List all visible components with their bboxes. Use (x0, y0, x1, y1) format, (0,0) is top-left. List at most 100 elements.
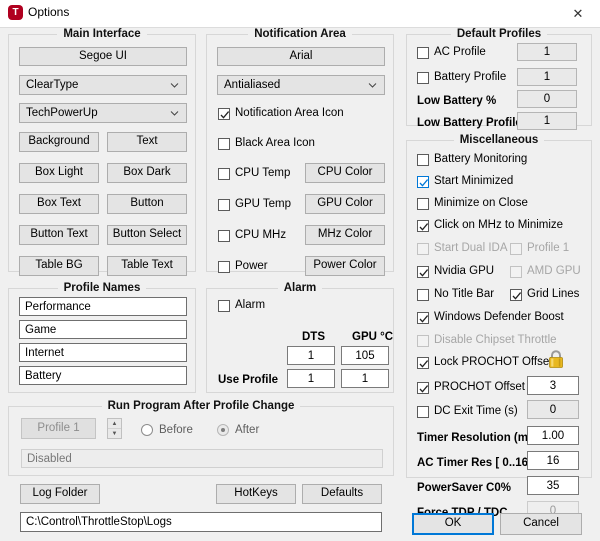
run-program-path-input[interactable]: Disabled (21, 449, 383, 468)
checkbox-cpu-mhz[interactable]: CPU MHz (218, 229, 286, 243)
alarm-gpu-profile-input[interactable]: 1 (341, 369, 389, 388)
checkbox-battery-monitoring[interactable]: Battery Monitoring (417, 153, 527, 167)
color-button-box-text[interactable]: Box Text (19, 194, 99, 214)
checkbox-box (417, 243, 429, 255)
run-program-profile-stepper[interactable]: ▲ ▼ (107, 418, 122, 439)
checkbox-black-area-icon[interactable]: Black Area Icon (218, 137, 315, 151)
timer-resolution-label: Timer Resolution (ms) (417, 432, 539, 444)
checkbox-label: Grid Lines (527, 288, 580, 301)
radio-after[interactable]: After (217, 423, 259, 437)
run-program-profile-button[interactable]: Profile 1 (21, 418, 96, 439)
prochot-offset-input[interactable]: 3 (527, 376, 579, 395)
checkbox-lock-prochot-offset[interactable]: Lock PROCHOT Offset (417, 356, 552, 370)
checkbox-box (218, 230, 230, 242)
hotkeys-button[interactable]: HotKeys (216, 484, 296, 504)
color-button-button-select[interactable]: Button Select (107, 225, 187, 245)
checkbox-prochot-offset[interactable]: PROCHOT Offset (417, 381, 525, 395)
stepper-down-icon[interactable]: ▼ (108, 429, 121, 438)
main-theme-combo[interactable]: TechPowerUp (19, 103, 187, 123)
checkbox-label: AC Profile (434, 46, 486, 59)
powersaver-c0-label: PowerSaver C0% (417, 482, 511, 494)
radio-before[interactable]: Before (141, 423, 193, 437)
color-button-button[interactable]: Button (107, 194, 187, 214)
checkbox-battery-profile[interactable]: Battery Profile (417, 71, 506, 85)
mhz-color-button[interactable]: MHz Color (305, 225, 385, 245)
group-title-run-program: Run Program After Profile Change (9, 400, 393, 412)
notification-render-combo[interactable]: Antialiased (217, 75, 385, 95)
checkbox-click-mhz-minimize[interactable]: Click on MHz to Minimize (417, 219, 563, 233)
checkbox-label: Notification Area Icon (235, 107, 344, 120)
checkbox-start-minimized[interactable]: Start Minimized (417, 175, 513, 189)
ac-profile-value[interactable]: 1 (517, 43, 577, 61)
ac-timer-res-input[interactable]: 16 (527, 451, 579, 470)
checkbox-box (417, 220, 429, 232)
group-title-alarm: Alarm (207, 282, 393, 294)
defaults-button[interactable]: Defaults (302, 484, 382, 504)
checkbox-box (417, 47, 429, 59)
color-button-box-dark[interactable]: Box Dark (107, 163, 187, 183)
cpu-color-button[interactable]: CPU Color (305, 163, 385, 183)
main-font-button[interactable]: Segoe UI (19, 47, 187, 66)
timer-resolution-input[interactable]: 1.00 (527, 426, 579, 445)
profile-name-input-1[interactable]: Performance (19, 297, 187, 316)
profile-name-input-2[interactable]: Game (19, 320, 187, 339)
main-render-combo[interactable]: ClearType (19, 75, 187, 95)
alarm-gpu-limit-input[interactable]: 105 (341, 346, 389, 365)
group-default-profiles: Default Profiles AC Profile 1 Battery Pr… (406, 28, 592, 130)
checkbox-nvidia-gpu[interactable]: Nvidia GPU (417, 265, 494, 279)
alarm-dts-profile-input[interactable]: 1 (287, 369, 335, 388)
checkbox-box (417, 406, 429, 418)
log-folder-button[interactable]: Log Folder (20, 484, 100, 504)
checkbox-dc-exit-time[interactable]: DC Exit Time (s) (417, 405, 518, 419)
checkbox-box (510, 243, 522, 255)
checkbox-label: Black Area Icon (235, 137, 315, 150)
chevron-down-icon (170, 81, 179, 90)
dc-exit-time-input[interactable]: 0 (527, 400, 579, 419)
title-bar: T Options ✕ (0, 0, 600, 28)
color-button-button-text[interactable]: Button Text (19, 225, 99, 245)
low-battery-profile-value[interactable]: 1 (517, 112, 577, 130)
checkbox-label: Start Dual IDA (434, 242, 508, 255)
checkbox-windows-defender-boost[interactable]: Windows Defender Boost (417, 311, 564, 325)
checkbox-alarm[interactable]: Alarm (218, 299, 265, 313)
chevron-down-icon (368, 81, 377, 90)
checkbox-ac-profile[interactable]: AC Profile (417, 46, 486, 60)
checkbox-grid-lines[interactable]: Grid Lines (510, 288, 579, 302)
log-path-input[interactable]: C:\Control\ThrottleStop\Logs (20, 512, 382, 532)
color-button-text[interactable]: Text (107, 132, 187, 152)
battery-profile-value[interactable]: 1 (517, 68, 577, 86)
checkbox-box (218, 168, 230, 180)
cancel-button[interactable]: Cancel (500, 513, 582, 535)
group-alarm: Alarm Alarm DTS GPU °C 1 105 Use Profile… (206, 282, 394, 393)
checkbox-cpu-temp[interactable]: CPU Temp (218, 167, 290, 181)
color-button-table-bg[interactable]: Table BG (19, 256, 99, 276)
low-battery-percent-value[interactable]: 0 (517, 90, 577, 108)
power-color-button[interactable]: Power Color (305, 256, 385, 276)
checkbox-box (417, 289, 429, 301)
checkbox-gpu-temp[interactable]: GPU Temp (218, 198, 291, 212)
profile-name-input-3[interactable]: Internet (19, 343, 187, 362)
powersaver-c0-input[interactable]: 35 (527, 476, 579, 495)
checkbox-label: CPU Temp (235, 167, 291, 180)
profile-name-input-4[interactable]: Battery (19, 366, 187, 385)
stepper-up-icon[interactable]: ▲ (108, 419, 121, 429)
group-title-profile-names: Profile Names (9, 282, 195, 294)
checkbox-notification-area-icon[interactable]: Notification Area Icon (218, 107, 344, 121)
close-icon[interactable]: ✕ (556, 0, 600, 27)
color-button-background[interactable]: Background (19, 132, 99, 152)
window-title: Options (28, 5, 70, 19)
alarm-dts-limit-input[interactable]: 1 (287, 346, 335, 365)
checkbox-power[interactable]: Power (218, 260, 268, 274)
color-button-box-light[interactable]: Box Light (19, 163, 99, 183)
checkbox-no-title-bar[interactable]: No Title Bar (417, 288, 494, 302)
notification-font-button[interactable]: Arial (217, 47, 385, 66)
ok-button[interactable]: OK (412, 513, 494, 535)
gpu-color-button[interactable]: GPU Color (305, 194, 385, 214)
alarm-column-dts: DTS (302, 331, 325, 343)
color-button-table-text[interactable]: Table Text (107, 256, 187, 276)
checkbox-minimize-on-close[interactable]: Minimize on Close (417, 197, 528, 211)
group-miscellaneous: Miscellaneous Battery Monitoring Start M… (406, 134, 592, 520)
checkbox-label: Battery Profile (434, 71, 507, 84)
checkbox-label: Power (235, 260, 268, 273)
radio-label: Before (159, 424, 193, 436)
